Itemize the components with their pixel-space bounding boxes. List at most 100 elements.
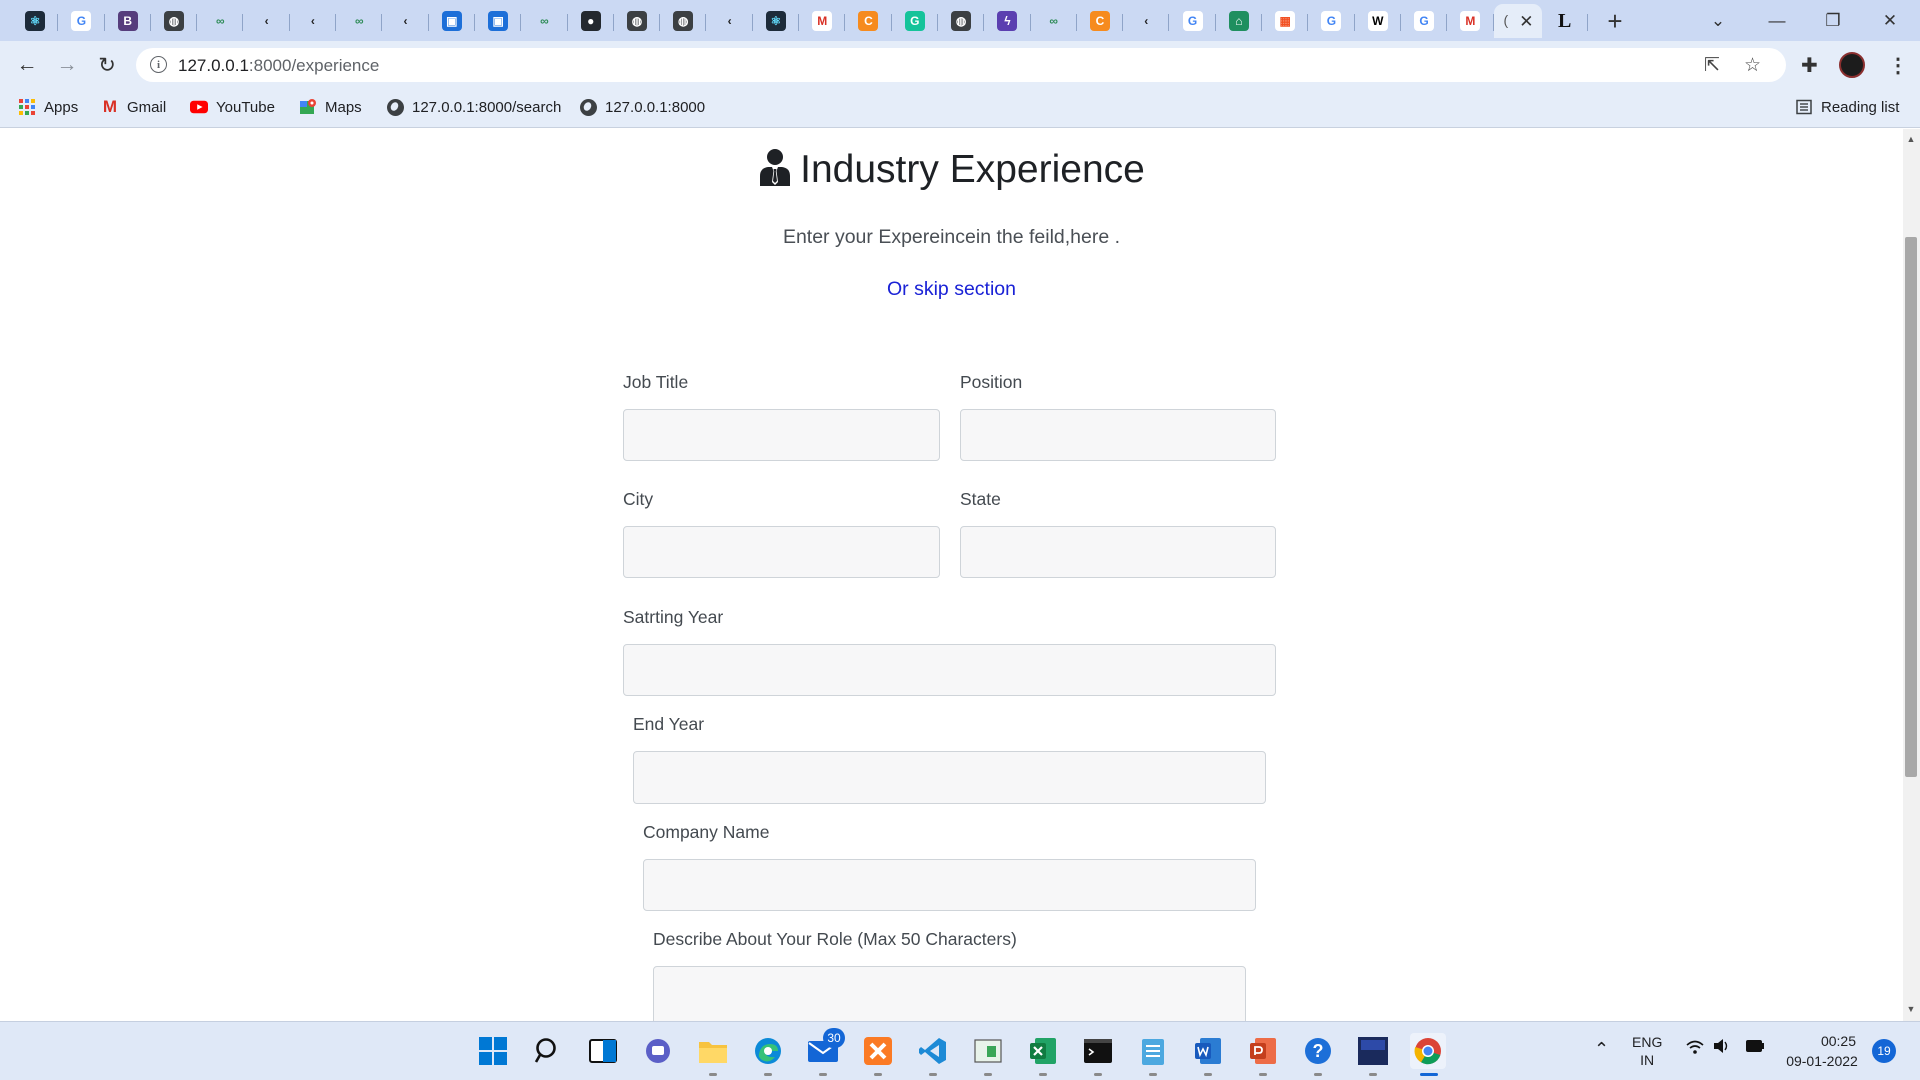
- reload-button[interactable]: ↻: [91, 49, 123, 81]
- wifi-icon[interactable]: [1686, 1039, 1704, 1058]
- vscode-icon[interactable]: [915, 1033, 951, 1069]
- active-browser-tab[interactable]: (✕: [1493, 4, 1542, 38]
- browser-tab[interactable]: ⚛: [753, 4, 800, 38]
- windows-taskbar: 30 ? ⌃ ENG IN 00:25 09-01-2022: [0, 1021, 1920, 1080]
- help-icon[interactable]: ?: [1300, 1033, 1336, 1069]
- browser-tab[interactable]: ∞: [336, 4, 383, 38]
- reading-list-button[interactable]: Reading list: [1795, 98, 1899, 116]
- language-indicator[interactable]: ENG IN: [1632, 1033, 1662, 1069]
- state-input[interactable]: [960, 526, 1276, 578]
- browser-tab[interactable]: W: [1355, 4, 1402, 38]
- bookmark-gmail[interactable]: M Gmail: [101, 97, 166, 116]
- browser-tab[interactable]: B: [105, 4, 152, 38]
- browser-tab[interactable]: M: [799, 4, 846, 38]
- notification-badge[interactable]: 19: [1872, 1039, 1896, 1063]
- close-tab-icon[interactable]: ✕: [1519, 12, 1533, 32]
- skip-section-link[interactable]: Or skip section: [0, 278, 1903, 301]
- browser-tab[interactable]: ◍: [938, 4, 985, 38]
- browser-tab[interactable]: ▦: [1262, 4, 1309, 38]
- scroll-up-arrow-icon[interactable]: ▲: [1905, 134, 1917, 146]
- notepad-plus-icon[interactable]: [970, 1033, 1006, 1069]
- browser-tab[interactable]: ◍: [151, 4, 198, 38]
- extensions-icon[interactable]: ✚: [1801, 53, 1818, 78]
- profile-avatar[interactable]: [1839, 52, 1865, 78]
- tray-overflow-chevron-icon[interactable]: ⌃: [1594, 1039, 1609, 1060]
- clock-date: 09-01-2022: [1786, 1053, 1858, 1069]
- teams-chat-icon[interactable]: [640, 1033, 676, 1069]
- browser-tab[interactable]: ‹: [1123, 4, 1170, 38]
- bookmark-youtube[interactable]: YouTube: [190, 98, 275, 116]
- browser-tab[interactable]: ∞: [1031, 4, 1078, 38]
- browser-tab[interactable]: G: [1169, 4, 1217, 38]
- notepad-icon[interactable]: [1135, 1033, 1171, 1069]
- city-input[interactable]: [623, 526, 940, 578]
- browser-tab[interactable]: L: [1542, 4, 1589, 38]
- browser-tab[interactable]: G: [1308, 4, 1355, 38]
- volume-icon[interactable]: [1713, 1038, 1731, 1057]
- role-description-textarea[interactable]: [653, 966, 1246, 1021]
- browser-tab[interactable]: G: [1401, 4, 1448, 38]
- menu-kebab-icon[interactable]: ⋮: [1888, 53, 1908, 78]
- close-window-button[interactable]: ✕: [1862, 0, 1918, 41]
- edge-browser-icon[interactable]: [750, 1033, 786, 1069]
- task-view-icon[interactable]: [585, 1033, 621, 1069]
- tab-strip: ⚛ G B ◍ ∞ ‹ ‹ ∞ ‹ ▣ ▣ ∞ ● ◍ ◍ ‹ ⚛ M C G ◍ ϟ ∞ C ‹ G ⌂ ▦ G W G M(✕ L + ⌄ …: [0, 0, 1920, 41]
- browser-tab[interactable]: G: [58, 4, 105, 38]
- terminal-icon[interactable]: [1080, 1033, 1116, 1069]
- bookmark-star-icon[interactable]: ☆: [1744, 54, 1761, 77]
- bookmark-home-page[interactable]: 127.0.0.1:8000: [579, 98, 705, 116]
- browser-tab[interactable]: ‹: [706, 4, 754, 38]
- youtube-icon: [190, 98, 208, 116]
- clock[interactable]: 00:25 09-01-2022: [1782, 1031, 1862, 1071]
- company-name-input[interactable]: [643, 859, 1256, 911]
- file-explorer-icon[interactable]: [695, 1033, 731, 1069]
- scrollbar-thumb[interactable]: [1905, 237, 1917, 777]
- starting-year-input[interactable]: [623, 644, 1276, 696]
- battery-icon[interactable]: [1745, 1039, 1765, 1056]
- bookmark-maps[interactable]: Maps: [299, 98, 362, 116]
- share-icon[interactable]: ⇱: [1704, 54, 1720, 77]
- browser-tab[interactable]: G: [892, 4, 939, 38]
- minimize-button[interactable]: —: [1749, 0, 1805, 41]
- browser-tab[interactable]: ⌂: [1216, 4, 1263, 38]
- wikipedia-tab-icon: W: [1367, 11, 1388, 31]
- browser-tab[interactable]: ◍: [660, 4, 707, 38]
- browser-tab[interactable]: ‹: [243, 4, 291, 38]
- address-bar[interactable]: i 127.0.0.1:8000/experience ⇱ ☆: [136, 48, 1786, 82]
- browser-tab[interactable]: ‹: [290, 4, 337, 38]
- devcpp-icon[interactable]: [1355, 1033, 1391, 1069]
- browser-tab[interactable]: ▣: [429, 4, 476, 38]
- browser-tab[interactable]: ▣: [475, 4, 522, 38]
- position-input[interactable]: [960, 409, 1276, 461]
- tab-search-icon[interactable]: ⌄: [1690, 0, 1746, 41]
- restore-button[interactable]: ❐: [1805, 0, 1861, 41]
- url-text[interactable]: 127.0.0.1:8000/experience: [178, 56, 379, 76]
- browser-tab[interactable]: ∞: [197, 4, 244, 38]
- powerpoint-icon[interactable]: [1245, 1033, 1281, 1069]
- browser-tab[interactable]: ●: [568, 4, 615, 38]
- back-button[interactable]: ←: [11, 49, 43, 81]
- browser-tab[interactable]: ∞: [521, 4, 568, 38]
- browser-tab[interactable]: ◍: [614, 4, 661, 38]
- browser-tab[interactable]: C: [845, 4, 892, 38]
- browser-tab[interactable]: ϟ: [984, 4, 1031, 38]
- chrome-icon[interactable]: [1410, 1033, 1446, 1069]
- browser-tab[interactable]: C: [1077, 4, 1124, 38]
- bookmark-search-page[interactable]: 127.0.0.1:8000/search: [386, 98, 561, 116]
- bookmark-apps[interactable]: Apps: [18, 98, 78, 116]
- browser-tab[interactable]: ⚛: [12, 4, 59, 38]
- xampp-icon[interactable]: [860, 1033, 896, 1069]
- end-year-input[interactable]: [633, 751, 1266, 804]
- scroll-down-arrow-icon[interactable]: ▼: [1905, 1004, 1917, 1016]
- forward-button[interactable]: →: [51, 49, 83, 81]
- word-icon[interactable]: [1190, 1033, 1226, 1069]
- site-info-icon[interactable]: i: [150, 56, 167, 73]
- job-title-input[interactable]: [623, 409, 940, 461]
- excel-icon[interactable]: [1025, 1033, 1061, 1069]
- browser-tab[interactable]: M: [1447, 4, 1494, 38]
- skip-section-label[interactable]: Or skip section: [887, 278, 1016, 300]
- new-tab-button[interactable]: +: [1598, 4, 1632, 38]
- search-icon[interactable]: [530, 1033, 566, 1069]
- browser-tab[interactable]: ‹: [382, 4, 429, 38]
- start-windows-icon[interactable]: [475, 1033, 511, 1069]
